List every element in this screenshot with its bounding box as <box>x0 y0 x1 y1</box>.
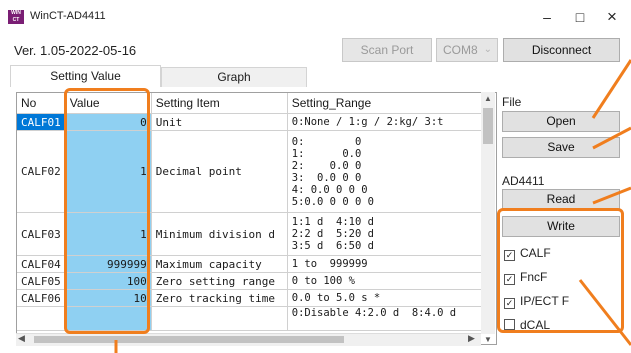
callout-arrows <box>114 59 631 353</box>
open-callout-arrow <box>591 59 631 119</box>
save-callout-arrow <box>592 126 631 150</box>
read-callout-arrow <box>592 186 631 205</box>
write-callout-arrow <box>578 279 631 346</box>
